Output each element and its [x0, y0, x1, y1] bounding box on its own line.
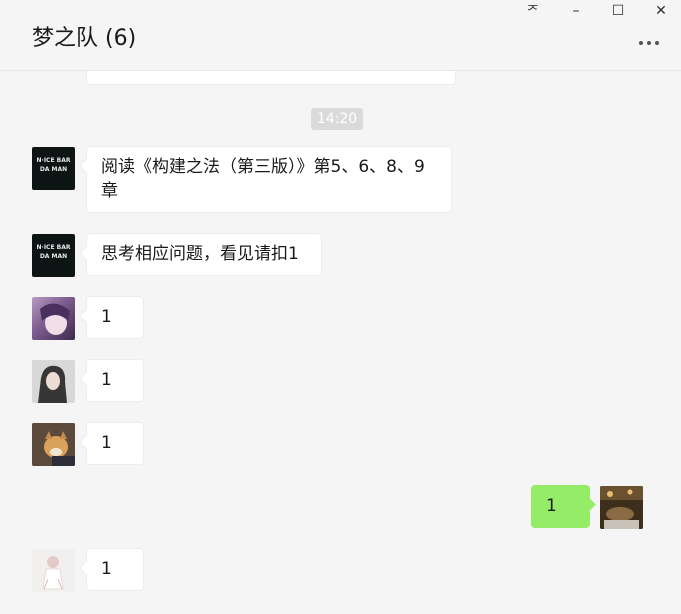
- avatar-text-1: N·ICE BAR: [36, 157, 71, 164]
- avatar-member-1[interactable]: N·ICE BAR DA MAN: [32, 234, 75, 277]
- message-bubble-sent[interactable]: 1: [531, 485, 590, 528]
- avatar-member-1[interactable]: N·ICE BAR DA MAN: [32, 147, 75, 190]
- maximize-button[interactable]: ☐: [598, 0, 638, 22]
- pin-icon[interactable]: ᅎ: [513, 0, 553, 22]
- avatar-illustration: [40, 303, 70, 335]
- avatar-photo: [600, 486, 643, 529]
- message-bubble-partial: [86, 71, 456, 85]
- avatar-member-2[interactable]: [32, 297, 75, 340]
- avatar-member-4[interactable]: [32, 423, 75, 466]
- more-options-icon[interactable]: [633, 33, 665, 53]
- avatar-text-1: N·ICE BAR: [36, 244, 71, 251]
- chat-header: 梦之队 (6) ᅎ – ☐ ✕: [0, 0, 681, 71]
- message-bubble[interactable]: 思考相应问题，看见请扣1: [86, 233, 322, 276]
- minimize-button[interactable]: –: [556, 0, 596, 22]
- avatar-member-5[interactable]: [32, 549, 75, 592]
- message-list[interactable]: 14:20 N·ICE BAR DA MAN 阅读《构建之法（第三版）》第5、6…: [0, 71, 681, 614]
- avatar-text-2: DA MAN: [39, 166, 68, 173]
- message-timestamp: 14:20: [311, 108, 363, 130]
- avatar-dog: [32, 423, 75, 466]
- avatar-me[interactable]: [600, 486, 643, 529]
- close-button[interactable]: ✕: [641, 0, 681, 22]
- message-bubble[interactable]: 1: [86, 359, 144, 402]
- message-bubble[interactable]: 1: [86, 422, 144, 465]
- avatar-portrait: [38, 365, 67, 403]
- chat-title: 梦之队 (6): [32, 26, 137, 51]
- message-bubble[interactable]: 阅读《构建之法（第三版）》第5、6、8、9章: [86, 146, 452, 213]
- avatar-member-3[interactable]: [32, 360, 75, 403]
- message-bubble[interactable]: 1: [86, 296, 144, 339]
- avatar-text-2: DA MAN: [39, 253, 68, 260]
- message-bubble[interactable]: 1: [86, 548, 144, 591]
- avatar-illustration: [42, 556, 64, 590]
